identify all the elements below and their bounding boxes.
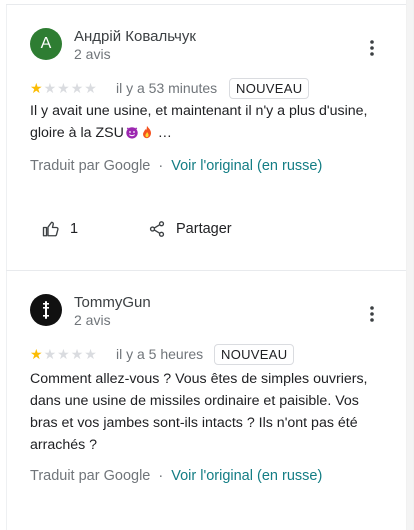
review-count: 2 avis (74, 46, 111, 62)
rating-row: ★ ★ ★ ★ ★ il y a 53 minutes NOUVEAU (30, 78, 360, 100)
star-rating: ★ ★ ★ ★ ★ (30, 346, 97, 362)
star-icon: ★ (43, 80, 57, 96)
more-options-button[interactable] (360, 302, 384, 326)
review-text-content: Il y avait une usine, et maintenant il n… (30, 103, 368, 141)
review-text: Comment allez-vous ? Vous êtes de simple… (30, 371, 368, 453)
avatar[interactable] (30, 294, 62, 326)
star-icon: ★ (70, 346, 84, 362)
star-icon: ★ (43, 346, 57, 362)
translation-row: Traduit par Google · Voir l'original (en r… (30, 158, 322, 174)
star-icon: ★ (30, 346, 43, 362)
panel-edge (6, 4, 7, 530)
star-icon: ★ (84, 80, 97, 96)
avatar-image-icon (43, 301, 49, 319)
thumbs-up-icon (42, 221, 59, 237)
share-icon (149, 221, 165, 237)
share-label: Partager (176, 221, 232, 237)
divider (6, 270, 406, 271)
star-icon: ★ (57, 80, 70, 96)
share-button[interactable]: Partager (148, 220, 232, 238)
separator-dot: · (158, 468, 164, 484)
author-name[interactable]: TommyGun (74, 294, 151, 311)
star-rating: ★ ★ ★ ★ ★ (30, 80, 97, 96)
review-count: 2 avis (74, 312, 111, 328)
translated-by-label: Traduit par Google (30, 468, 151, 484)
fire-emoji-icon (142, 125, 151, 139)
divider (6, 4, 406, 5)
separator-dot: · (158, 158, 164, 174)
more-options-button[interactable] (360, 36, 384, 60)
review-time: il y a 5 heures (116, 346, 204, 362)
star-icon: ★ (57, 346, 70, 362)
translation-row: Traduit par Google · Voir l'original (en r… (30, 468, 322, 484)
scrollbar-thumb[interactable] (407, 0, 413, 530)
see-original-link[interactable]: Voir l'original (en russe) (171, 468, 322, 484)
translated-by-label: Traduit par Google (30, 158, 151, 174)
avatar-letter: A (40, 35, 52, 52)
avatar[interactable]: A (30, 28, 62, 60)
star-icon: ★ (30, 80, 43, 96)
new-badge: NOUVEAU (229, 78, 310, 99)
new-badge: NOUVEAU (214, 344, 295, 365)
like-count: 1 (70, 221, 79, 237)
devil-emoji-icon (126, 127, 138, 139)
review-actions: 1 Partager (42, 220, 302, 244)
more-vert-icon (370, 40, 374, 56)
star-icon: ★ (70, 80, 84, 96)
rating-row: ★ ★ ★ ★ ★ il y a 5 heures NOUVEAU (30, 344, 360, 366)
author-name[interactable]: Андрій Ковальчук (74, 28, 196, 45)
star-icon: ★ (84, 346, 97, 362)
review-text: Il y avait une usine, et maintenant il n… (30, 100, 380, 144)
text-ellipsis[interactable]: … (154, 125, 172, 141)
review-time: il y a 53 minutes (116, 80, 218, 96)
see-original-link[interactable]: Voir l'original (en russe) (171, 158, 322, 174)
like-button[interactable]: 1 (42, 220, 78, 238)
more-vert-icon (370, 306, 374, 322)
